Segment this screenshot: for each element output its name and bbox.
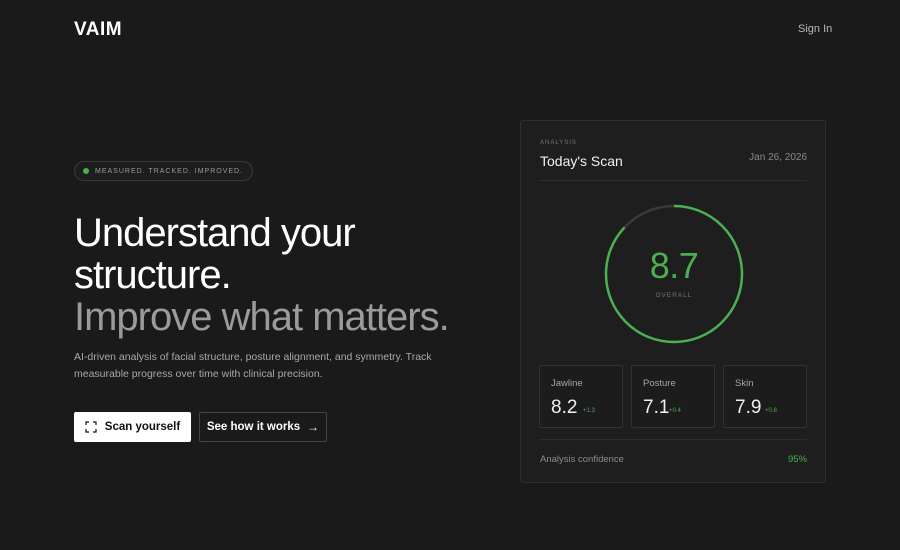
- metric-card-skin: Skin 7.9 +0.8: [723, 365, 807, 428]
- headline-line-2: structure.: [74, 253, 232, 297]
- confidence-value: 95%: [787, 454, 807, 465]
- see-how-it-works-button[interactable]: See how it works →: [199, 412, 327, 442]
- overall-score-value: 8.7: [649, 245, 699, 286]
- headline-line-1: Understand your: [74, 211, 356, 255]
- overall-score-label: OVERALL: [655, 292, 693, 299]
- metric-delta: +0.8: [765, 408, 777, 414]
- metric-value: 7.9: [735, 397, 762, 418]
- metric-name: Skin: [735, 378, 754, 389]
- landing-page: VAIM Sign In MEASURED. TRACKED. IMPROVED…: [0, 0, 900, 550]
- confidence-label: Analysis confidence: [540, 454, 624, 465]
- metric-delta: +0.4: [669, 408, 681, 414]
- see-how-it-works-label: See how it works: [206, 421, 301, 433]
- headline-line-3: Improve what matters.: [74, 295, 450, 339]
- arrow-right-icon: →: [307, 420, 320, 434]
- metric-name: Posture: [643, 378, 676, 389]
- metric-value: 8.2: [551, 397, 578, 418]
- card-divider: [539, 439, 807, 440]
- scan-date: Jan 26, 2026: [749, 152, 807, 163]
- metric-card-jawline: Jawline 8.2 +1.3: [539, 365, 623, 428]
- hero-description: AI-driven analysis of facial structure, …: [74, 351, 432, 380]
- scan-frame-icon: [85, 421, 97, 433]
- card-divider: [539, 180, 807, 181]
- hero-headline: Understand your structure. Improve what …: [74, 211, 450, 339]
- scan-yourself-label: Scan yourself: [104, 421, 181, 433]
- card-title: Today's Scan: [540, 153, 623, 169]
- badge-text: MEASURED. TRACKED. IMPROVED.: [95, 167, 244, 175]
- logo[interactable]: VAIM: [74, 19, 122, 41]
- metric-delta: +1.3: [583, 408, 595, 414]
- metric-name: Jawline: [551, 378, 583, 389]
- metric-value: 7.1: [643, 397, 670, 418]
- metric-card-posture: Posture 7.1 +0.4: [631, 365, 715, 428]
- sign-in-link[interactable]: Sign In: [798, 23, 832, 35]
- card-kicker: ANALYSIS: [540, 140, 577, 146]
- scan-yourself-button[interactable]: Scan yourself: [74, 412, 191, 442]
- analysis-card: ANALYSIS Today's Scan Jan 26, 2026 8.7 O…: [520, 120, 826, 483]
- tagline-badge: MEASURED. TRACKED. IMPROVED.: [74, 161, 254, 181]
- status-dot-icon: [83, 168, 89, 174]
